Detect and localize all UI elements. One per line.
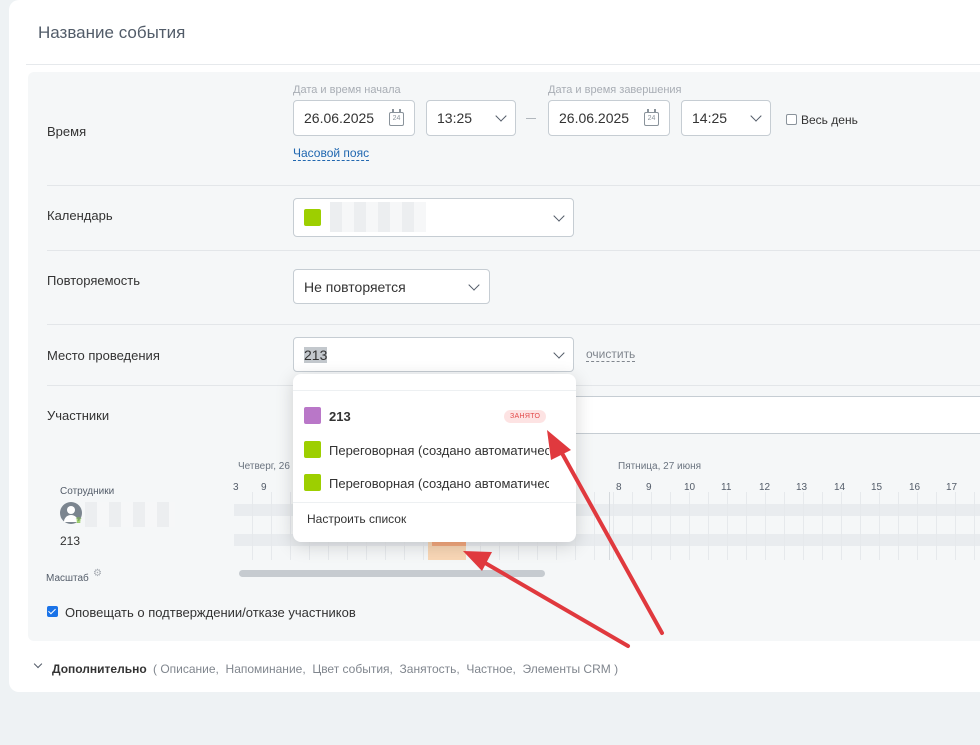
arrow-head — [547, 430, 571, 460]
arrow-line — [478, 558, 630, 648]
arrow-head — [463, 551, 492, 571]
annotation-arrows — [463, 430, 664, 648]
arrow-line — [556, 444, 664, 635]
